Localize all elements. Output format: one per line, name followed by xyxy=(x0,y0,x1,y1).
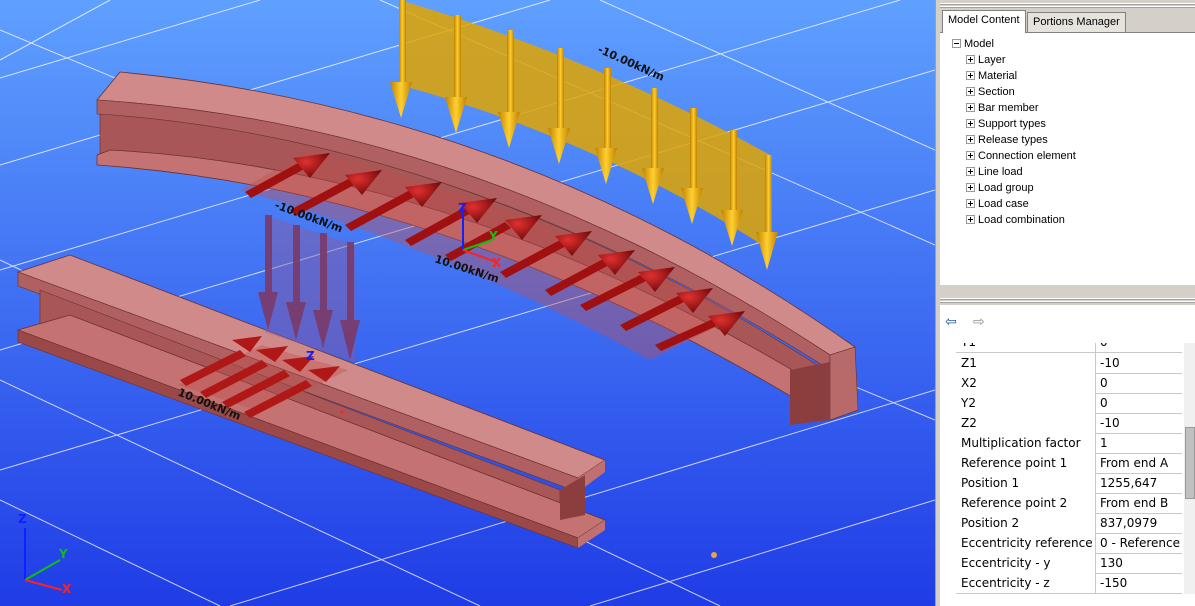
tree-item-label: Material xyxy=(978,70,1018,82)
property-value[interactable]: -150 xyxy=(1096,573,1182,593)
expand-icon[interactable] xyxy=(966,118,975,128)
expand-icon[interactable] xyxy=(966,102,975,112)
tree-root[interactable]: Model xyxy=(952,36,994,52)
tree-item-load-group[interactable]: Load group xyxy=(966,180,1034,196)
property-row[interactable]: Position 1 1255,647 xyxy=(956,473,1182,494)
property-name: Position 1 xyxy=(956,473,1096,493)
property-value[interactable]: 837,0979 xyxy=(1096,513,1182,533)
property-name: Z1 xyxy=(956,353,1096,373)
properties-nav: ⇦ ⇨ xyxy=(940,305,1195,337)
back-arrow-icon[interactable]: ⇦ xyxy=(945,315,957,329)
property-name: Eccentricity - y xyxy=(956,553,1096,573)
property-row[interactable]: X2 0 xyxy=(956,373,1182,394)
tree-item-load-case[interactable]: Load case xyxy=(966,196,1029,212)
expand-icon[interactable] xyxy=(966,54,975,64)
property-grid-scrollbar[interactable] xyxy=(1184,343,1195,594)
property-row[interactable]: Eccentricity - y 130 xyxy=(956,553,1182,574)
property-value[interactable]: From end B xyxy=(1096,493,1182,513)
tree-item-label: Section xyxy=(978,86,1015,98)
collapse-icon[interactable] xyxy=(952,38,961,48)
property-row[interactable]: Z1 -10 xyxy=(956,353,1182,374)
expand-icon[interactable] xyxy=(966,214,975,224)
tree-root-label: Model xyxy=(964,38,994,50)
property-value[interactable]: 1 xyxy=(1096,433,1182,453)
property-value[interactable]: 0 xyxy=(1096,393,1182,413)
tree-item-material[interactable]: Material xyxy=(966,68,1017,84)
property-value[interactable]: 0 - Reference line xyxy=(1096,533,1182,553)
forward-arrow-icon[interactable]: ⇨ xyxy=(973,315,985,329)
tree-item-connection-element[interactable]: Connection element xyxy=(966,148,1076,164)
property-value[interactable]: 130 xyxy=(1096,553,1182,573)
expand-icon[interactable] xyxy=(966,150,975,160)
tree-item-release-types[interactable]: Release types xyxy=(966,132,1048,148)
property-row[interactable]: Eccentricity - z -150 xyxy=(956,573,1182,594)
property-row[interactable]: Reference point 2 From end B xyxy=(956,493,1182,514)
global-y-axis-label: Y xyxy=(58,547,68,561)
point-marker[interactable] xyxy=(711,552,717,558)
tab-model-content[interactable]: Model Content xyxy=(942,10,1026,33)
property-name: Y2 xyxy=(956,393,1096,413)
property-row[interactable]: Position 2 837,0979 xyxy=(956,513,1182,534)
scrollbar-thumb[interactable] xyxy=(1185,427,1195,499)
3d-viewport[interactable]: 10.00kN/m Z -10.00kN/m 10.00kN/m -10.00k… xyxy=(0,0,935,606)
expand-icon[interactable] xyxy=(966,198,975,208)
tree-item-line-load[interactable]: Line load xyxy=(966,164,1023,180)
property-name: Eccentricity reference xyxy=(956,533,1096,553)
straight-beam-origin-marker xyxy=(340,410,344,414)
property-name: X2 xyxy=(956,373,1096,393)
tree-item-bar-member[interactable]: Bar member xyxy=(966,100,1039,116)
property-row[interactable]: Multiplication factor 1 xyxy=(956,433,1182,454)
tree-item-label: Release types xyxy=(978,134,1048,146)
expand-icon[interactable] xyxy=(966,182,975,192)
local-x-axis-label: X xyxy=(492,256,502,270)
property-row[interactable]: Eccentricity reference0 - Reference line xyxy=(956,533,1182,554)
expand-icon[interactable] xyxy=(966,166,975,176)
property-row[interactable]: Reference point 1 From end A xyxy=(956,453,1182,474)
property-row[interactable]: Y2 0 xyxy=(956,393,1182,414)
tree-item-label: Load case xyxy=(978,198,1029,210)
property-value[interactable]: 1255,647 xyxy=(1096,473,1182,493)
tree-item-label: Load combination xyxy=(978,214,1065,226)
property-value[interactable]: -10 xyxy=(1096,353,1182,373)
tree-item-label: Bar member xyxy=(978,102,1039,114)
property-row[interactable]: Y10 xyxy=(956,343,1182,353)
property-value[interactable]: 0 xyxy=(1096,373,1182,393)
property-value[interactable]: 0 xyxy=(1096,343,1182,352)
property-name: Position 2 xyxy=(956,513,1096,533)
property-name: Multiplication factor xyxy=(956,433,1096,453)
tree-item-label: Line load xyxy=(978,166,1023,178)
property-name: Reference point 1 xyxy=(956,453,1096,473)
tab-portions-manager[interactable]: Portions Manager xyxy=(1027,12,1126,32)
expand-icon[interactable] xyxy=(966,70,975,80)
tree-item-section[interactable]: Section xyxy=(966,84,1015,100)
expand-icon[interactable] xyxy=(966,134,975,144)
local-y-axis-label: Y xyxy=(488,229,498,243)
right-panel: Model Content Portions Manager Model Lay… xyxy=(940,0,1195,606)
tree-item-layer[interactable]: Layer xyxy=(966,52,1006,68)
property-name: Eccentricity - z xyxy=(956,573,1096,593)
tree-item-load-combination[interactable]: Load combination xyxy=(966,212,1065,228)
tree-item-label: Connection element xyxy=(978,150,1076,162)
dock-grip-bottom[interactable] xyxy=(940,298,1195,303)
panel-tabs: Model Content Portions Manager xyxy=(940,10,1195,33)
property-value[interactable]: From end A xyxy=(1096,453,1182,473)
tree-item-support-types[interactable]: Support types xyxy=(966,116,1046,132)
tree-item-label: Layer xyxy=(978,54,1006,66)
property-name: Z2 xyxy=(956,413,1096,433)
property-name: Y1 xyxy=(956,343,1096,352)
properties-panel: ⇦ ⇨ Y10 Z1-10 X20 Y20 Z2-10 Multiplicati… xyxy=(940,305,1195,606)
global-z-axis-label: Z xyxy=(18,512,27,526)
tree-item-label: Support types xyxy=(978,118,1046,130)
straight-beam-z-axis-label: Z xyxy=(306,349,315,363)
dock-grip-top[interactable] xyxy=(940,3,1195,8)
property-grid: Y10 Z1-10 X20 Y20 Z2-10 Multiplication f… xyxy=(956,343,1182,594)
model-tree: Model Layer Material Section Bar member … xyxy=(940,32,1195,285)
property-name: Reference point 2 xyxy=(956,493,1096,513)
property-value[interactable]: -10 xyxy=(1096,413,1182,433)
tree-item-label: Load group xyxy=(978,182,1034,194)
global-x-axis-label: X xyxy=(62,582,72,596)
property-row[interactable]: Z2 -10 xyxy=(956,413,1182,434)
expand-icon[interactable] xyxy=(966,86,975,96)
local-z-axis-label: Z xyxy=(458,201,467,215)
